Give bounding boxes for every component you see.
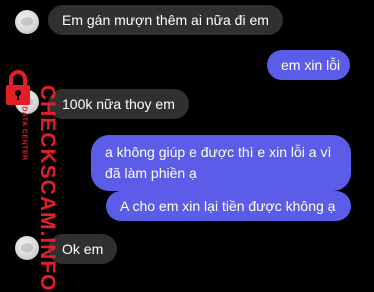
avatar[interactable] xyxy=(15,90,39,114)
message-bubble-outgoing[interactable]: A cho em xin lại tiền được không ạ xyxy=(106,191,351,221)
message-bubble-outgoing[interactable]: a không giúp e được thì e xin lỗi a vì đ… xyxy=(91,135,351,191)
message-bubble-incoming[interactable]: 100k nữa thoy em xyxy=(48,89,189,119)
watermark: DATA CENTER CHECKSCAM.INFO xyxy=(0,0,59,292)
message-bubble-outgoing[interactable]: em xin lỗi xyxy=(267,50,350,80)
message-bubble-incoming[interactable]: Em gán mượn thêm ai nữa đi em xyxy=(48,5,283,35)
avatar[interactable] xyxy=(15,236,39,260)
message-bubble-incoming[interactable]: Ok em xyxy=(48,234,118,264)
avatar[interactable] xyxy=(15,10,39,34)
